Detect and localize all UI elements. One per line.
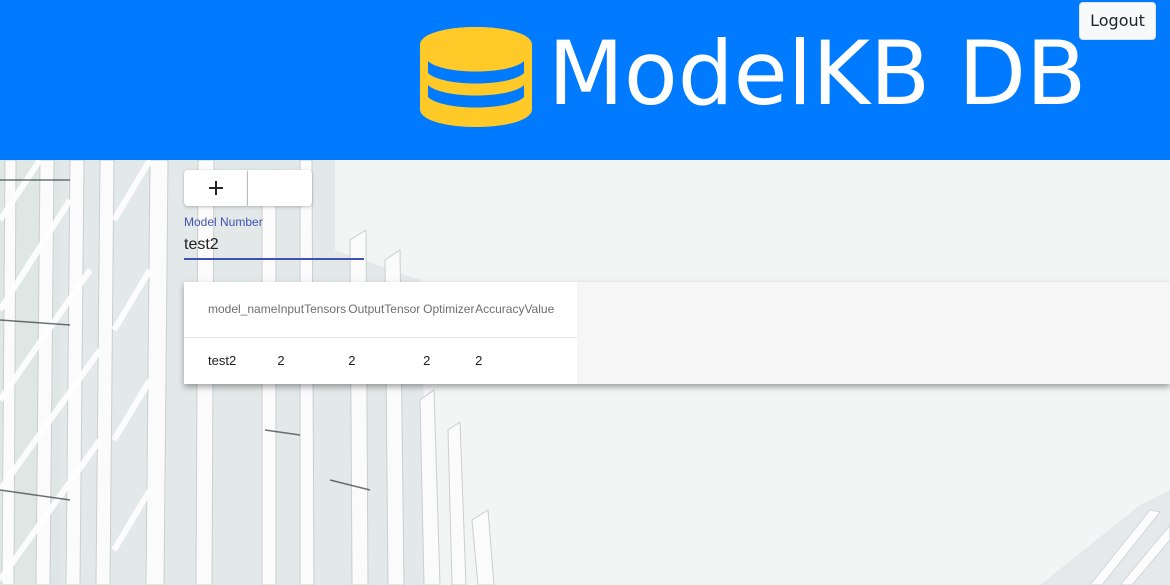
cell-output-tensor: 2 — [348, 352, 356, 368]
cell-input-tensors: 2 — [277, 352, 285, 368]
app-header: ModelKB DB Logout — [0, 0, 1170, 160]
table-row[interactable]: test2 2 2 2 2 — [184, 337, 577, 383]
model-number-input[interactable] — [184, 230, 364, 260]
plus-icon — [208, 181, 223, 195]
cell-optimizer: 2 — [423, 352, 431, 368]
table-header-row: model_name InputTensors OutputTensor Opt… — [184, 282, 577, 338]
column-header-model-name[interactable]: model_name — [184, 282, 278, 338]
database-icon — [420, 27, 532, 127]
column-header-output-tensor[interactable]: OutputTensor — [348, 282, 424, 338]
cell-accuracy-value: 2 — [475, 352, 483, 368]
column-header-optimizer[interactable]: Optimizer — [423, 282, 476, 338]
action-button-group — [184, 170, 312, 206]
logout-button[interactable]: Logout — [1079, 2, 1156, 40]
app-title: ModelKB DB — [548, 22, 1087, 125]
results-table-card: model_name InputTensors OutputTensor Opt… — [184, 282, 577, 384]
model-number-label: Model Number — [184, 215, 263, 229]
results-table: model_name InputTensors OutputTensor Opt… — [184, 282, 577, 383]
secondary-action-button[interactable] — [248, 170, 312, 206]
model-number-field: Model Number — [184, 214, 364, 260]
column-header-accuracy-value[interactable]: AccuracyValue — [475, 282, 577, 338]
cell-model-name: test2 — [208, 352, 237, 368]
column-header-input-tensors[interactable]: InputTensors — [277, 282, 349, 338]
add-model-button[interactable] — [184, 170, 247, 206]
results-panel: model_name InputTensors OutputTensor Opt… — [184, 282, 1170, 384]
